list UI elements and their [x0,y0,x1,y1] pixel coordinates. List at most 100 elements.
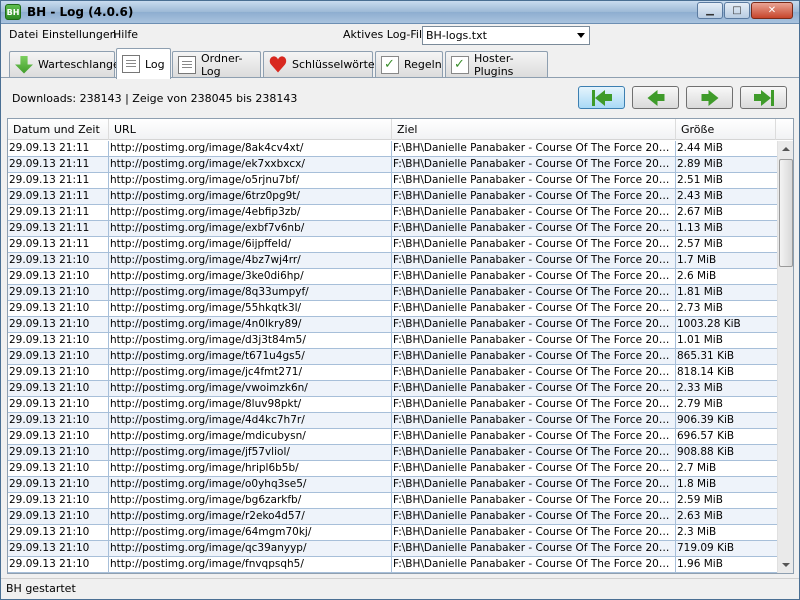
tab-log[interactable]: Log [116,48,171,79]
table-row[interactable]: 29.09.13 21:10 http://postimg.org/image/q… [8,541,778,557]
table-row[interactable]: 29.09.13 21:10 http://postimg.org/image/6… [8,525,778,541]
cell-ziel: F:\BH\Danielle Panabaker - Course Of The… [392,157,676,173]
table-row[interactable]: 29.09.13 21:11 http://postimg.org/image/6… [8,237,778,253]
tab-bar: Warteschlange Log Ordner-Log Schlüsselwö… [1,48,799,79]
table-row[interactable]: 29.09.13 21:10 http://postimg.org/image/h… [8,461,778,477]
cell-datum: 29.09.13 21:10 [8,269,109,285]
table-row[interactable]: 29.09.13 21:11 http://postimg.org/image/8… [8,141,778,157]
table-row[interactable]: 29.09.13 21:10 http://postimg.org/image/5… [8,301,778,317]
last-page-button[interactable] [740,86,787,109]
table-row[interactable]: 29.09.13 21:10 http://postimg.org/image/8… [8,397,778,413]
cell-groesse: 908.88 KiB [676,445,778,461]
cell-url: http://postimg.org/image/8ak4cv4xt/ [109,141,392,157]
cell-ziel: F:\BH\Danielle Panabaker - Course Of The… [392,413,676,429]
logfile-select[interactable]: BH-logs.txt [422,26,590,45]
vertical-scrollbar[interactable] [777,141,793,573]
scroll-up-icon[interactable] [778,141,793,157]
tab-schluesselwoerter[interactable]: Schlüsselwörter [263,51,379,77]
table-row[interactable]: 29.09.13 21:10 http://postimg.org/image/4… [8,317,778,333]
window-title: BH - Log (4.0.6) [27,5,134,19]
menu-einstellungen[interactable]: Einstellungen [42,28,117,41]
column-header-datum[interactable]: Datum und Zeit [8,119,109,140]
arrow-left-icon [647,89,664,106]
cell-groesse: 2.57 MiB [676,237,778,253]
cell-ziel: F:\BH\Danielle Panabaker - Course Of The… [392,173,676,189]
table-row[interactable]: 29.09.13 21:10 http://postimg.org/image/d… [8,333,778,349]
cell-groesse: 1.8 MiB [676,477,778,493]
cell-url: http://postimg.org/image/4n0lkry89/ [109,317,392,333]
cell-url: http://postimg.org/image/mdicubysn/ [109,429,392,445]
table-row[interactable]: 29.09.13 21:10 http://postimg.org/image/o… [8,477,778,493]
cell-datum: 29.09.13 21:10 [8,461,109,477]
cell-groesse: 2.3 MiB [676,525,778,541]
table-row[interactable]: 29.09.13 21:10 http://postimg.org/image/8… [8,285,778,301]
column-header-groesse[interactable]: Größe [676,119,776,140]
scroll-down-icon[interactable] [778,557,793,573]
column-header-url[interactable]: URL [109,119,392,140]
cell-groesse: 2.33 MiB [676,381,778,397]
table-row[interactable]: 29.09.13 21:11 http://postimg.org/image/6… [8,189,778,205]
cell-ziel: F:\BH\Danielle Panabaker - Course Of The… [392,461,676,477]
table-row[interactable]: 29.09.13 21:11 http://postimg.org/image/o… [8,173,778,189]
table-row[interactable]: 29.09.13 21:10 http://postimg.org/image/f… [8,557,778,573]
table-row[interactable]: 29.09.13 21:10 http://postimg.org/image/t… [8,349,778,365]
cell-datum: 29.09.13 21:10 [8,285,109,301]
table-header: Datum und Zeit URL Ziel Größe [8,119,793,140]
menu-datei[interactable]: Datei [9,28,38,41]
tab-ordner-log[interactable]: Ordner-Log [172,51,261,78]
previous-page-button[interactable] [632,86,679,109]
cell-groesse: 2.43 MiB [676,189,778,205]
tab-regeln[interactable]: Regeln [375,51,443,77]
table-row[interactable]: 29.09.13 21:10 http://postimg.org/image/3… [8,269,778,285]
tab-warteschlange[interactable]: Warteschlange [9,51,120,77]
column-header-ziel[interactable]: Ziel [392,119,676,140]
next-page-button[interactable] [686,86,733,109]
cell-groesse: 2.79 MiB [676,397,778,413]
cell-url: http://postimg.org/image/exbf7v6nb/ [109,221,392,237]
cell-ziel: F:\BH\Danielle Panabaker - Course Of The… [392,333,676,349]
table-row[interactable]: 29.09.13 21:10 http://postimg.org/image/4… [8,253,778,269]
download-arrow-icon [15,55,33,74]
maximize-button[interactable]: □ [724,2,750,19]
title-bar[interactable]: BH BH - Log (4.0.6) ▁ □ ✕ [1,1,799,24]
cell-datum: 29.09.13 21:10 [8,301,109,317]
first-page-button[interactable] [578,86,625,109]
table-row[interactable]: 29.09.13 21:10 http://postimg.org/image/j… [8,365,778,381]
table-row[interactable]: 29.09.13 21:11 http://postimg.org/image/4… [8,205,778,221]
cell-datum: 29.09.13 21:10 [8,317,109,333]
table-row[interactable]: 29.09.13 21:10 http://postimg.org/image/r… [8,509,778,525]
cell-url: http://postimg.org/image/fnvqpsqh5/ [109,557,392,573]
table-row[interactable]: 29.09.13 21:11 http://postimg.org/image/e… [8,157,778,173]
cell-ziel: F:\BH\Danielle Panabaker - Course Of The… [392,269,676,285]
table-row[interactable]: 29.09.13 21:10 http://postimg.org/image/4… [8,413,778,429]
logfile-value: BH-logs.txt [426,29,487,42]
cell-groesse: 2.63 MiB [676,509,778,525]
cell-groesse: 818.14 KiB [676,365,778,381]
table-row[interactable]: 29.09.13 21:10 http://postimg.org/image/j… [8,445,778,461]
cell-groesse: 1.13 MiB [676,221,778,237]
checklist-icon [381,55,399,74]
cell-datum: 29.09.13 21:11 [8,221,109,237]
tab-hoster-plugins[interactable]: Hoster-Plugins [445,51,548,78]
log-document-icon [122,55,140,73]
cell-ziel: F:\BH\Danielle Panabaker - Course Of The… [392,205,676,221]
app-window: BH BH - Log (4.0.6) ▁ □ ✕ Datei Einstell… [0,0,800,600]
close-button[interactable]: ✕ [751,2,793,19]
cell-ziel: F:\BH\Danielle Panabaker - Course Of The… [392,349,676,365]
table-row[interactable]: 29.09.13 21:11 http://postimg.org/image/e… [8,221,778,237]
cell-groesse: 2.51 MiB [676,173,778,189]
cell-ziel: F:\BH\Danielle Panabaker - Course Of The… [392,365,676,381]
cell-datum: 29.09.13 21:10 [8,477,109,493]
cell-url: http://postimg.org/image/t671u4gs5/ [109,349,392,365]
cell-url: http://postimg.org/image/qc39anyyp/ [109,541,392,557]
menu-hilfe[interactable]: Hilfe [113,28,138,41]
table-body: 29.09.13 21:11 http://postimg.org/image/8… [8,141,778,573]
window-controls: ▁ □ ✕ [696,2,793,19]
scrollbar-thumb[interactable] [779,159,793,267]
cell-ziel: F:\BH\Danielle Panabaker - Course Of The… [392,381,676,397]
table-row[interactable]: 29.09.13 21:10 http://postimg.org/image/b… [8,493,778,509]
table-row[interactable]: 29.09.13 21:10 http://postimg.org/image/v… [8,381,778,397]
minimize-button[interactable]: ▁ [697,2,723,19]
cell-groesse: 1.01 MiB [676,333,778,349]
table-row[interactable]: 29.09.13 21:10 http://postimg.org/image/m… [8,429,778,445]
